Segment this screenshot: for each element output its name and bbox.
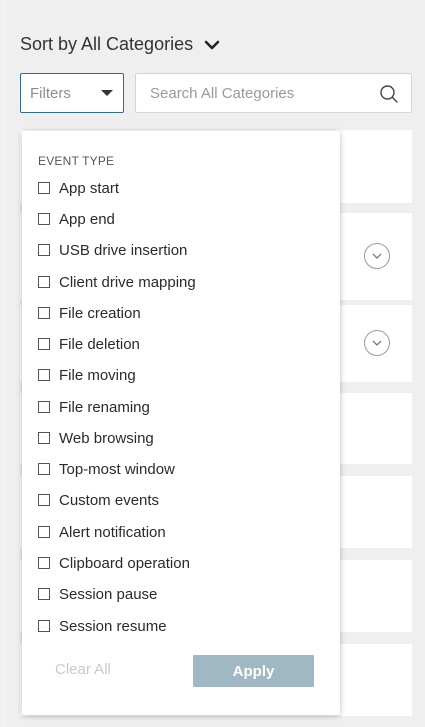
option-usb-drive-insertion[interactable]: USB drive insertion: [38, 239, 187, 261]
checkbox[interactable]: [38, 276, 50, 288]
filters-select[interactable]: Filters: [20, 73, 124, 113]
checkbox[interactable]: [38, 338, 50, 350]
chevron-circle-down-icon[interactable]: [364, 330, 390, 356]
option-session-pause[interactable]: Session pause: [38, 583, 157, 605]
caret-down-icon: [101, 90, 113, 96]
option-label: Web browsing: [59, 429, 154, 447]
checkbox[interactable]: [38, 588, 50, 600]
option-file-renaming[interactable]: File renaming: [38, 396, 150, 418]
option-label: File renaming: [59, 398, 150, 416]
option-label: File deletion: [59, 335, 140, 353]
option-client-drive-mapping[interactable]: Client drive mapping: [38, 271, 196, 293]
checkbox[interactable]: [38, 213, 50, 225]
option-label: Clipboard operation: [59, 554, 190, 572]
chevron-down-icon: [204, 40, 220, 49]
checkbox[interactable]: [38, 182, 50, 194]
option-label: Alert notification: [59, 523, 166, 541]
checkbox[interactable]: [38, 369, 50, 381]
search-placeholder: Search All Categories: [150, 85, 295, 102]
sort-label: Sort by All Categories: [20, 34, 194, 54]
option-label: USB drive insertion: [59, 241, 188, 259]
option-label: Session resume: [59, 617, 167, 635]
checkbox[interactable]: [38, 557, 50, 569]
option-app-end[interactable]: App end: [38, 208, 115, 230]
option-alert-notification[interactable]: Alert notification: [38, 521, 166, 543]
apply-button[interactable]: Apply: [193, 655, 314, 687]
option-app-start[interactable]: App start: [38, 177, 119, 199]
checkbox[interactable]: [38, 526, 50, 538]
checkbox[interactable]: [38, 307, 50, 319]
option-label: Top-most window: [59, 460, 175, 478]
checkbox[interactable]: [38, 463, 50, 475]
filters-label: Filters: [30, 85, 71, 102]
option-label: Client drive mapping: [59, 273, 196, 291]
checkbox[interactable]: [38, 244, 50, 256]
option-label: File moving: [59, 366, 136, 384]
option-session-resume[interactable]: Session resume: [38, 615, 167, 637]
option-web-browsing[interactable]: Web browsing: [38, 427, 154, 449]
checkbox[interactable]: [38, 620, 50, 632]
option-label: App start: [59, 179, 120, 197]
option-file-moving[interactable]: File moving: [38, 364, 136, 386]
option-file-creation[interactable]: File creation: [38, 302, 141, 324]
option-label: Custom events: [59, 491, 160, 509]
search-icon[interactable]: [379, 84, 399, 104]
option-label: Session pause: [59, 585, 158, 603]
option-clipboard-operation[interactable]: Clipboard operation: [38, 552, 190, 574]
clear-all-button[interactable]: Clear All: [55, 661, 111, 678]
sort-dropdown[interactable]: Sort by All Categories: [20, 34, 221, 55]
chevron-circle-down-icon[interactable]: [364, 243, 390, 269]
checkbox[interactable]: [38, 401, 50, 413]
filters-dropdown: EVENT TYPE App start App end USB drive i…: [22, 131, 340, 715]
search-input[interactable]: Search All Categories: [135, 73, 412, 113]
option-label: App end: [59, 210, 115, 228]
option-label: File creation: [59, 304, 141, 322]
checkbox[interactable]: [38, 432, 50, 444]
option-custom-events[interactable]: Custom events: [38, 489, 159, 511]
option-file-deletion[interactable]: File deletion: [38, 333, 140, 355]
checkbox[interactable]: [38, 494, 50, 506]
section-title-event-type: EVENT TYPE: [38, 154, 115, 168]
option-top-most-window[interactable]: Top-most window: [38, 458, 175, 480]
